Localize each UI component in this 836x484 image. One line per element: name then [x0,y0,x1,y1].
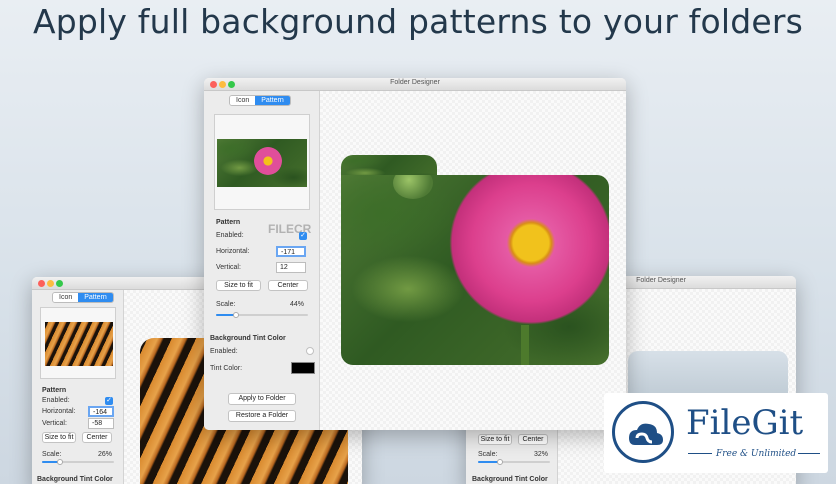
right-scale-value: 32% [534,451,549,458]
main-window: Folder Designer Icon Pattern Pattern Ena… [204,78,626,430]
left-tab-bar: Icon Pattern [52,292,114,303]
folder-body [341,175,609,365]
folder-preview [341,155,609,365]
flower-bud [393,175,433,199]
left-sidebar: Icon Pattern Pattern Enabled: ✓ Horizont… [32,290,124,484]
logo-tagline: Free & Unlimited [716,449,797,459]
left-vertical-label: Vertical: [42,420,67,427]
right-scale-slider[interactable] [478,459,550,465]
pattern-section-title: Pattern [216,219,241,226]
left-preview-frame [40,307,116,379]
tint-color-label: Tint Color: [210,365,243,372]
right-scale-slider-knob[interactable] [497,459,503,465]
right-center-button[interactable]: Center [518,434,548,445]
left-enabled-checkbox[interactable]: ✓ [105,397,113,405]
tab-icon[interactable]: Icon [230,96,256,105]
left-size-to-fit-button[interactable]: Size to fit [42,432,76,443]
left-vertical-field[interactable]: -58 [88,418,114,429]
pattern-enabled-label: Enabled: [216,232,244,239]
flower-blossom [441,175,609,333]
main-tab-bar: Icon Pattern [229,95,291,106]
left-scale-label: Scale: [42,451,62,458]
logo-rule-left [688,453,712,454]
tab-pattern[interactable]: Pattern [255,96,290,105]
main-window-titlebar[interactable]: Folder Designer [204,78,626,91]
scale-label: Scale: [216,301,236,308]
main-preview-frame [214,114,310,210]
horizontal-field[interactable]: -171 [276,246,306,257]
window-title: Folder Designer [390,79,440,86]
tint-enabled-label: Enabled: [210,348,238,355]
apply-to-folder-button[interactable]: Apply to Folder [228,393,296,405]
flower-blossom [254,147,282,175]
filegit-logo: FileGit Free & Unlimited [604,393,828,473]
flower-stem [521,325,529,365]
cloud-logo-icon [612,401,674,463]
right-tint-title: Background Tint Color [472,476,548,483]
tab-icon[interactable]: Icon [53,293,79,302]
scale-slider-knob[interactable] [233,312,239,318]
tint-color-well[interactable] [291,362,315,374]
logo-wordmark: FileGit [686,403,804,443]
horizontal-label: Horizontal: [216,248,250,255]
vertical-label: Vertical: [216,264,241,271]
left-scale-value: 26% [98,451,113,458]
main-preview-image [217,139,307,187]
left-pattern-title: Pattern [42,387,67,394]
cloud-icon [629,423,663,445]
right-size-to-fit-button[interactable]: Size to fit [478,434,512,445]
left-enabled-label: Enabled: [42,397,70,404]
left-tint-title: Background Tint Color [37,476,113,483]
headline: Apply full background patterns to your f… [32,2,804,41]
tint-section-title: Background Tint Color [210,335,286,342]
left-scale-slider-knob[interactable] [57,459,63,465]
tint-enabled-checkbox[interactable] [306,347,314,355]
left-scale-slider[interactable] [42,459,114,465]
main-canvas [320,91,626,430]
center-button[interactable]: Center [268,280,308,291]
left-preview-image [45,322,113,366]
scale-value: 44% [290,301,305,308]
left-horizontal-label: Horizontal: [42,408,76,415]
left-horizontal-field[interactable]: -164 [88,406,114,417]
vertical-field[interactable]: 12 [276,262,306,273]
left-center-button[interactable]: Center [82,432,112,443]
tab-pattern[interactable]: Pattern [78,293,113,302]
logo-rule-right [798,453,820,454]
main-sidebar: Icon Pattern Pattern Enabled: FILECR ✓ H… [204,91,320,430]
pattern-enabled-checkbox[interactable]: ✓ [299,232,307,240]
size-to-fit-button[interactable]: Size to fit [216,280,261,291]
restore-folder-button[interactable]: Restore a Folder [228,410,296,422]
right-scale-label: Scale: [478,451,498,458]
scale-slider[interactable] [216,312,308,318]
